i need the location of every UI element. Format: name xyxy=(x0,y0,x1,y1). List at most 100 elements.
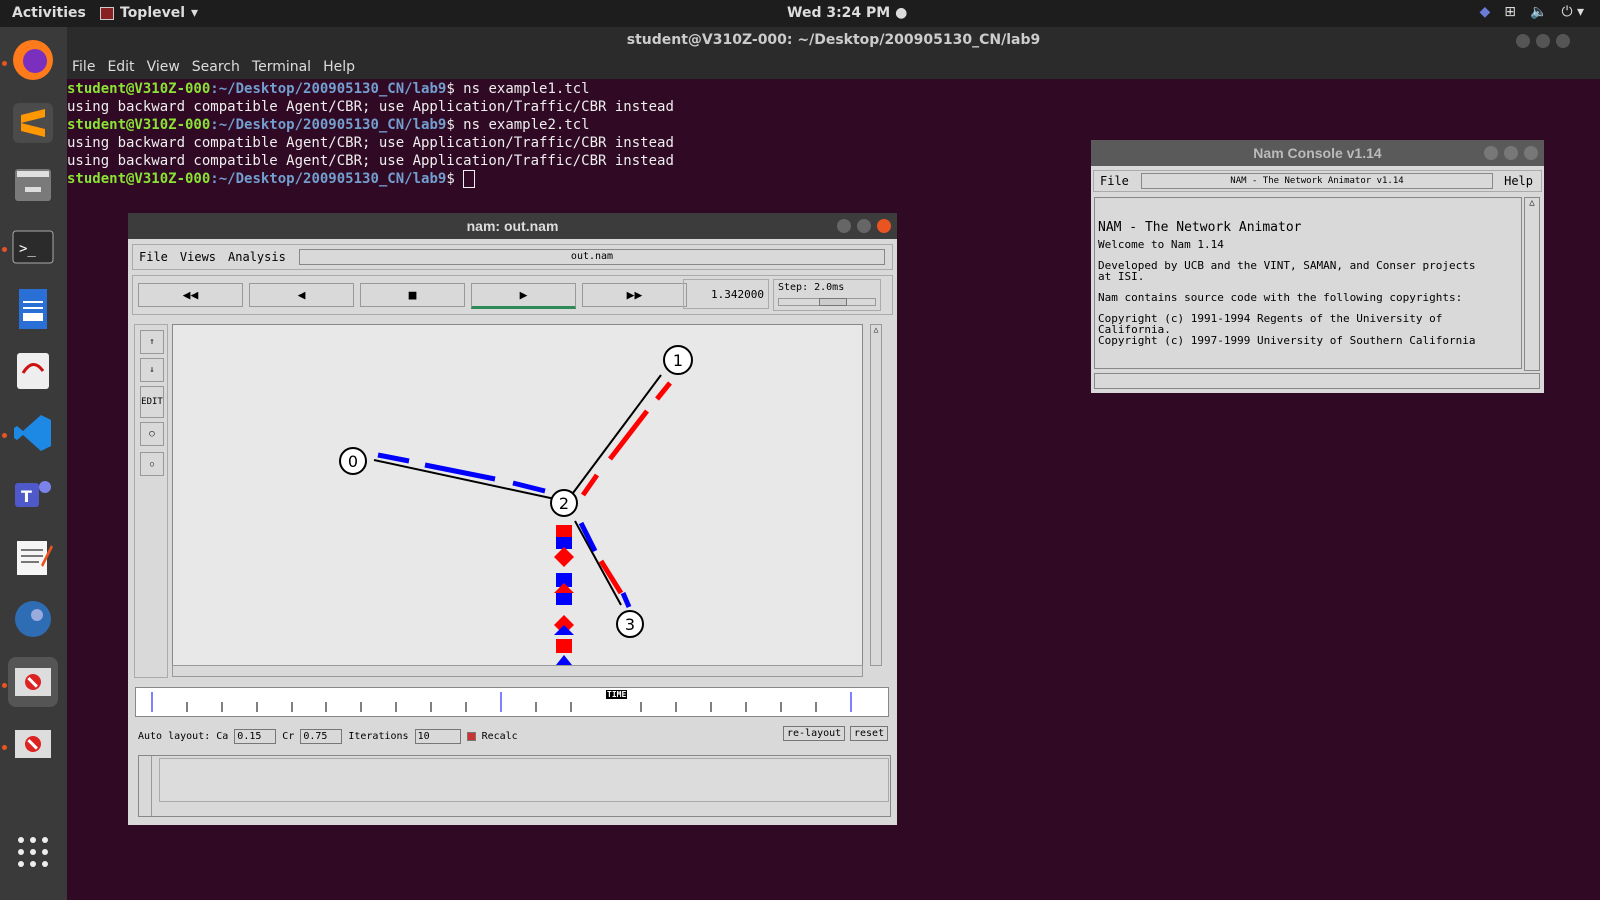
console-output[interactable]: NAM - The Network Animator Welcome to Na… xyxy=(1094,197,1522,369)
node-3[interactable]: 3 xyxy=(616,610,644,638)
small-node-tool-button[interactable]: ○ xyxy=(140,452,164,476)
circle-icon: ○ xyxy=(149,429,155,439)
maximize-button[interactable] xyxy=(1504,146,1518,160)
close-button[interactable] xyxy=(1524,146,1538,160)
recalc-checkbox[interactable] xyxy=(466,731,476,741)
text-editor-icon[interactable] xyxy=(8,532,58,582)
terminal-titlebar[interactable]: student@V310Z-000: ~/Desktop/200905130_C… xyxy=(67,27,1600,54)
node-1[interactable]: 1 xyxy=(663,345,693,375)
reset-button[interactable]: reset xyxy=(850,726,889,741)
menu-help[interactable]: Help xyxy=(323,59,355,75)
running-indicator xyxy=(2,683,7,688)
close-button[interactable] xyxy=(1556,34,1570,48)
volume-icon[interactable]: 🔈 xyxy=(1530,4,1547,20)
cr-input[interactable]: 0.75 xyxy=(300,728,343,744)
timeline-ticks xyxy=(151,692,852,712)
tool-sidebar: ⇑ ⇓ EDIT ○ ○ xyxy=(134,324,168,678)
rewind-button[interactable]: ◀◀ xyxy=(138,283,243,307)
stop-icon: ■ xyxy=(408,287,417,303)
console-line: Developed by UCB and the VINT, SAMAN, an… xyxy=(1098,259,1476,272)
software-icon[interactable] xyxy=(8,594,58,644)
stop-button[interactable]: ■ xyxy=(360,283,465,307)
vertical-scrollbar[interactable]: △ xyxy=(870,324,882,666)
step-back-button[interactable]: ◀ xyxy=(249,283,354,307)
teams-tray-icon[interactable]: ◆ xyxy=(1479,4,1490,20)
console-vertical-scrollbar[interactable]: △ xyxy=(1524,197,1540,371)
minimize-button[interactable] xyxy=(1484,146,1498,160)
nam-title: nam: out.nam xyxy=(466,218,559,234)
terminal-icon[interactable]: >_ xyxy=(8,222,58,272)
ca-label: Ca xyxy=(216,730,229,742)
terminal-cursor xyxy=(463,170,476,188)
zoom-in-button[interactable]: ⇑ xyxy=(140,330,164,354)
teams-icon[interactable]: T xyxy=(8,470,58,520)
timeline[interactable]: TIME xyxy=(135,687,889,717)
terminal-menubar: File Edit View Search Terminal Help xyxy=(67,54,1600,79)
menu-file[interactable]: File xyxy=(1094,174,1135,188)
step-slider-thumb[interactable] xyxy=(819,298,847,306)
maximize-button[interactable] xyxy=(857,219,871,233)
scroll-up-icon[interactable]: △ xyxy=(1525,198,1539,208)
edit-button[interactable]: EDIT xyxy=(140,386,164,418)
nam-menubar: File Views Analysis out.nam xyxy=(132,244,893,270)
node-0[interactable]: 0 xyxy=(339,447,367,475)
step-control[interactable]: Step: 2.0ms xyxy=(773,279,881,311)
relayout-button[interactable]: re-layout xyxy=(783,726,846,741)
files-icon[interactable] xyxy=(8,160,58,210)
sublime-text-icon[interactable] xyxy=(8,98,58,148)
minimize-button[interactable] xyxy=(837,219,851,233)
ca-input[interactable]: 0.15 xyxy=(234,728,277,744)
maximize-button[interactable] xyxy=(1536,34,1550,48)
iterations-input[interactable]: 10 xyxy=(414,728,461,744)
annotation-scrollbar[interactable] xyxy=(139,756,152,816)
menu-search[interactable]: Search xyxy=(192,59,240,75)
menu-file[interactable]: File xyxy=(72,59,95,75)
toplevel-app-icon[interactable] xyxy=(8,657,58,707)
step-slider[interactable] xyxy=(778,298,876,306)
play-button[interactable]: ▶ xyxy=(471,283,576,309)
app-menu[interactable]: Toplevel ▾ xyxy=(100,5,198,21)
fast-forward-button[interactable]: ▶▶ xyxy=(582,283,687,307)
menu-analysis[interactable]: Analysis xyxy=(222,250,292,264)
horizontal-scrollbar[interactable] xyxy=(172,665,863,677)
node-label: 2 xyxy=(559,494,569,513)
clock[interactable]: Wed 3:24 PM ● xyxy=(787,5,907,21)
minimize-button[interactable] xyxy=(1516,34,1530,48)
playback-toolbar: ◀◀ ◀ ■ ▶ ▶▶ 1.342000 Step: 2.0ms xyxy=(132,275,893,315)
menu-help[interactable]: Help xyxy=(1498,174,1539,188)
zoom-out-button[interactable]: ⇓ xyxy=(140,358,164,382)
show-applications-icon[interactable] xyxy=(8,827,58,877)
nam-titlebar[interactable]: nam: out.nam xyxy=(128,213,897,239)
node-tool-button[interactable]: ○ xyxy=(140,422,164,446)
console-line: at ISI. xyxy=(1098,270,1145,283)
network-icon[interactable]: ⊞ xyxy=(1504,4,1516,20)
cr-label: Cr xyxy=(282,730,295,742)
scroll-up-icon[interactable]: △ xyxy=(871,325,881,334)
auto-layout-row: Auto layout: Ca 0.15 Cr 0.75 Iterations … xyxy=(138,727,888,745)
timeline-marker[interactable]: TIME xyxy=(606,690,628,699)
activities-button[interactable]: Activities xyxy=(12,5,86,21)
node-2[interactable]: 2 xyxy=(550,489,578,517)
nam-console-window[interactable]: Nam Console v1.14 File NAM - The Network… xyxy=(1091,140,1544,393)
menu-file[interactable]: File xyxy=(133,250,174,264)
menu-view[interactable]: View xyxy=(147,59,180,75)
running-indicator xyxy=(2,247,7,252)
vscode-icon[interactable] xyxy=(8,408,58,458)
annotation-list[interactable] xyxy=(159,758,889,802)
close-button[interactable] xyxy=(877,219,891,233)
notification-dot-icon: ● xyxy=(895,5,908,21)
writer-icon[interactable] xyxy=(8,284,58,334)
nam-window[interactable]: nam: out.nam File Views Analysis out.nam… xyxy=(128,213,897,825)
system-tray[interactable]: ◆ ⊞ 🔈 ⏻ ▾ xyxy=(1479,4,1584,20)
power-icon[interactable]: ⏻ ▾ xyxy=(1561,4,1584,20)
menu-views[interactable]: Views xyxy=(174,250,222,264)
animation-canvas[interactable]: 0 1 2 3 xyxy=(172,324,863,666)
console-horizontal-scrollbar[interactable] xyxy=(1094,373,1540,389)
menu-edit[interactable]: Edit xyxy=(107,59,134,75)
menu-terminal[interactable]: Terminal xyxy=(252,59,311,75)
nam-console-app-icon[interactable] xyxy=(8,719,58,769)
console-titlebar[interactable]: Nam Console v1.14 xyxy=(1091,140,1544,166)
evince-icon[interactable] xyxy=(8,346,58,396)
firefox-icon[interactable] xyxy=(8,35,58,85)
iterations-label: Iterations xyxy=(348,730,409,742)
